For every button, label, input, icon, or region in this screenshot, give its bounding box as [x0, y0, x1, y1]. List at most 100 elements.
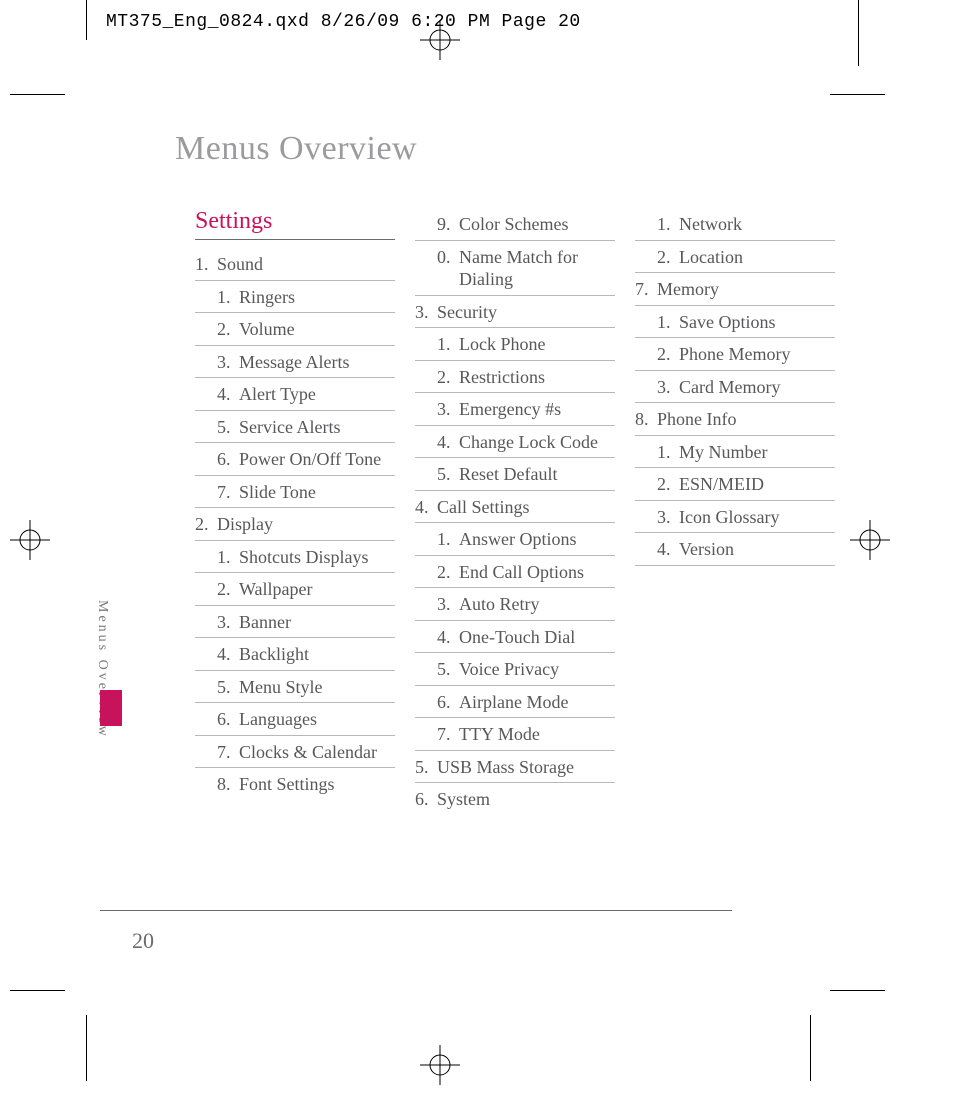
crop-mark: [830, 990, 885, 991]
menu-item-label: Memory: [657, 278, 835, 301]
menu-item: 1.Network: [635, 208, 835, 241]
menu-item-number: 5.: [437, 658, 459, 681]
menu-item-label: Color Schemes: [459, 213, 615, 236]
menu-item-number: 6.: [217, 708, 239, 731]
menu-item: 8.Phone Info: [635, 403, 835, 436]
menu-item: 2.Volume: [195, 313, 395, 346]
menu-item-number: 2.: [657, 473, 679, 496]
menu-item: 7.TTY Mode: [415, 718, 615, 751]
menu-item-label: Security: [437, 301, 615, 324]
crop-mark: [86, 1015, 87, 1081]
menu-item-label: Slide Tone: [239, 481, 395, 504]
menu-item-number: 2.: [437, 561, 459, 584]
menu-item-label: Version: [679, 538, 835, 561]
menu-item: 6.Languages: [195, 703, 395, 736]
menu-item: 5.Service Alerts: [195, 411, 395, 444]
menu-item: 3.Security: [415, 296, 615, 329]
menu-item-label: Power On/Off Tone: [239, 448, 395, 471]
menu-item-number: 3.: [437, 593, 459, 616]
menu-item-number: 1.: [217, 546, 239, 569]
menu-item: 7.Memory: [635, 273, 835, 306]
menu-item: 4.Version: [635, 533, 835, 566]
menu-item: 0.Name Match for Dialing: [415, 241, 615, 296]
menu-item-number: 1.: [437, 528, 459, 551]
menu-item-number: 7.: [635, 278, 657, 301]
menu-column-1: Settings 1.Sound1.Ringers2.Volume3.Messa…: [195, 208, 395, 815]
menu-item-label: Font Settings: [239, 773, 395, 796]
menu-item-number: 4.: [217, 643, 239, 666]
menu-item-label: Menu Style: [239, 676, 395, 699]
menu-item-number: 1.: [657, 441, 679, 464]
menu-item-number: 2.: [195, 513, 217, 536]
crop-mark: [86, 0, 87, 40]
menu-item-label: Backlight: [239, 643, 395, 666]
crop-mark: [858, 0, 859, 66]
menu-item-label: USB Mass Storage: [437, 756, 615, 779]
menu-item-number: 3.: [415, 301, 437, 324]
menu-item: 8.Font Settings: [195, 768, 395, 800]
registration-mark-left-icon: [10, 520, 50, 560]
menu-item-number: 1.: [657, 311, 679, 334]
menu-item-label: Message Alerts: [239, 351, 395, 374]
menu-item-label: Card Memory: [679, 376, 835, 399]
menu-item-label: Save Options: [679, 311, 835, 334]
menu-item-number: 8.: [635, 408, 657, 431]
menu-item-label: Ringers: [239, 286, 395, 309]
menu-item-number: 3.: [217, 351, 239, 374]
page-content: Menus Overview Settings 1.Sound1.Ringers…: [120, 130, 860, 815]
footer-rule: [100, 910, 732, 911]
menu-item-number: 7.: [217, 741, 239, 764]
menu-item-label: Wallpaper: [239, 578, 395, 601]
menu-item: 2.ESN/MEID: [635, 468, 835, 501]
menu-item: 4.One-Touch Dial: [415, 621, 615, 654]
menu-item: 3.Emergency #s: [415, 393, 615, 426]
page-title: Menus Overview: [175, 130, 860, 168]
menu-item-number: 2.: [657, 246, 679, 269]
menu-item: 2.Display: [195, 508, 395, 541]
menu-item: 3.Auto Retry: [415, 588, 615, 621]
menu-item-number: 6.: [415, 788, 437, 811]
menu-item-number: 2.: [437, 366, 459, 389]
registration-mark-bottom-icon: [420, 1045, 460, 1085]
menu-item-label: One-Touch Dial: [459, 626, 615, 649]
menu-item-label: Answer Options: [459, 528, 615, 551]
crop-mark: [10, 94, 65, 95]
menu-column-3: 1.Network2.Location7.Memory1.Save Option…: [635, 208, 835, 815]
menu-item-number: 3.: [657, 506, 679, 529]
menu-item: 9.Color Schemes: [415, 208, 615, 241]
menu-columns: Settings 1.Sound1.Ringers2.Volume3.Messa…: [195, 208, 860, 815]
menu-item: 1.Sound: [195, 248, 395, 281]
menu-item: 1.Answer Options: [415, 523, 615, 556]
menu-item: 3.Icon Glossary: [635, 501, 835, 534]
menu-item-label: Lock Phone: [459, 333, 615, 356]
menu-item-number: 1.: [657, 213, 679, 236]
menu-item: 5.Voice Privacy: [415, 653, 615, 686]
crop-mark: [810, 1015, 811, 1081]
menu-item: 3.Message Alerts: [195, 346, 395, 379]
menu-item: 2.Phone Memory: [635, 338, 835, 371]
menu-item-label: System: [437, 788, 615, 811]
menu-item: 1.My Number: [635, 436, 835, 469]
menu-item-number: 1.: [195, 253, 217, 276]
menu-item-label: Name Match for Dialing: [459, 246, 615, 291]
page-number: 20: [132, 928, 154, 954]
menu-item: 4.Backlight: [195, 638, 395, 671]
menu-item-number: 1.: [437, 333, 459, 356]
menu-item-label: Emergency #s: [459, 398, 615, 421]
menu-item-number: 3.: [437, 398, 459, 421]
menu-item-label: Clocks & Calendar: [239, 741, 395, 764]
menu-item-label: Phone Info: [657, 408, 835, 431]
menu-item-label: Volume: [239, 318, 395, 341]
menu-item: 6.Airplane Mode: [415, 686, 615, 719]
menu-item: 4.Change Lock Code: [415, 426, 615, 459]
menu-item-number: 7.: [217, 481, 239, 504]
menu-item-label: Network: [679, 213, 835, 236]
menu-item-label: Banner: [239, 611, 395, 634]
menu-item-label: Service Alerts: [239, 416, 395, 439]
menu-item-number: 4.: [217, 383, 239, 406]
menu-item-label: Airplane Mode: [459, 691, 615, 714]
menu-item: 1.Ringers: [195, 281, 395, 314]
menu-item-number: 3.: [657, 376, 679, 399]
menu-item: 2.Wallpaper: [195, 573, 395, 606]
menu-item-number: 5.: [217, 416, 239, 439]
